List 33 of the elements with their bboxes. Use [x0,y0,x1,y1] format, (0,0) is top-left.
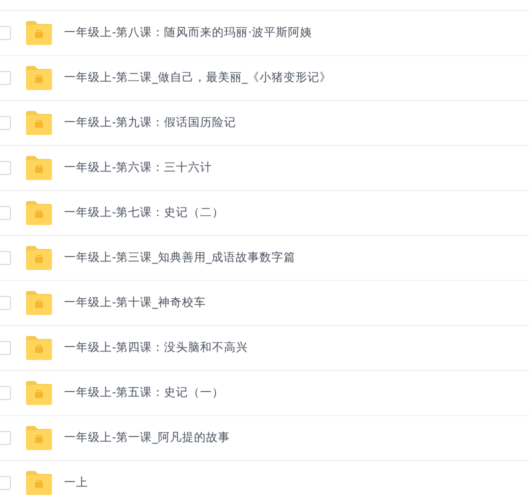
folder-icon [26,201,52,225]
folder-icon [26,381,52,405]
folder-icon [26,471,52,495]
folder-icon [26,426,52,450]
checkbox[interactable] [0,476,11,490]
folder-name[interactable]: 一年级上-第六课：三十六计 [64,159,212,177]
checkbox[interactable] [0,116,11,130]
folder-icon [26,21,52,45]
folder-name[interactable]: 一上 [64,474,88,492]
checkbox[interactable] [0,161,11,175]
folder-name[interactable]: 一年级上-第七课：史记（二） [64,204,224,222]
folder-name[interactable]: 一年级上-第四课：没头脑和不高兴 [64,339,248,357]
checkbox[interactable] [0,71,11,85]
checkbox[interactable] [0,296,11,310]
folder-name[interactable]: 一年级上-第五课：史记（一） [64,384,224,402]
folder-name[interactable]: 一年级上-第九课：假话国历险记 [64,114,236,132]
folder-icon [26,291,52,315]
folder-icon [26,336,52,360]
folder-icon [26,156,52,180]
checkbox[interactable] [0,431,11,445]
folder-icon [26,111,52,135]
checkbox[interactable] [0,26,11,40]
folder-name[interactable]: 一年级上-第八课：随风而来的玛丽·波平斯阿姨 [64,24,312,42]
folder-name[interactable]: 一年级上-第三课_知典善用_成语故事数字篇 [64,249,296,267]
checkbox[interactable] [0,251,11,265]
folder-icon [26,246,52,270]
checkbox[interactable] [0,386,11,400]
folder-name[interactable]: 一年级上-第十课_神奇校车 [64,294,206,312]
folder-name[interactable]: 一年级上-第二课_做自己，最美丽_《小猪变形记》 [64,69,332,87]
checkbox[interactable] [0,206,11,220]
folder-name[interactable]: 一年级上-第一课_阿凡提的故事 [64,429,230,447]
folder-icon [26,66,52,90]
checkbox[interactable] [0,341,11,355]
